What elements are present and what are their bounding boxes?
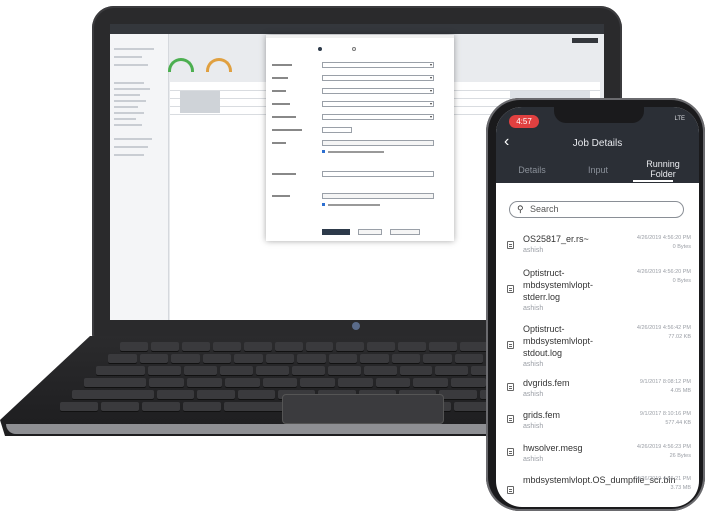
tab-input[interactable]: Input — [576, 165, 620, 175]
file-owner: ashish — [523, 247, 544, 254]
gauge-chart — [206, 58, 232, 72]
dialog-submit-button[interactable] — [322, 229, 350, 235]
file-size: 77.02 KB — [668, 334, 691, 340]
tab-running-folder[interactable]: Running Folder — [634, 159, 692, 179]
screen-action-button[interactable] — [572, 38, 598, 43]
search-input[interactable]: ⚲ Search — [509, 201, 684, 218]
dialog-select[interactable] — [322, 75, 434, 81]
file-size: 577.44 KB — [665, 420, 691, 426]
file-owner: ashish — [523, 456, 544, 463]
file-date: 4/26/2019 4:56:23 PM — [636, 444, 691, 450]
dialog-select[interactable] — [322, 101, 434, 107]
file-icon — [507, 241, 514, 249]
dialog-select[interactable] — [322, 88, 434, 94]
file-date: 9/1/2017 8:10:16 PM — [639, 411, 691, 417]
phone-notch — [554, 107, 644, 123]
gauge-chart — [168, 58, 194, 72]
phone-header: 4:57 LTE ‹ Job Details Details Input Run… — [496, 107, 699, 183]
file-owner: ashish — [523, 305, 544, 312]
file-icon — [507, 383, 514, 391]
file-owner: ashish — [523, 361, 544, 368]
webcam-icon — [352, 322, 360, 330]
file-owner: ashish — [523, 423, 544, 430]
file-owner: ashish — [523, 391, 544, 398]
dialog-select[interactable] — [322, 114, 434, 120]
file-icon — [507, 415, 514, 423]
file-icon — [507, 448, 514, 456]
file-name: Optistruct-mbdsystemlvlopt-stderr.log — [523, 268, 594, 302]
dialog-browse-button[interactable] — [322, 193, 434, 199]
file-name: mbdsystemlvlopt.OS_dumpfile_scr.bin — [523, 475, 676, 485]
dialog-cancel-button[interactable] — [358, 229, 382, 235]
file-size: 3.73 MB — [670, 485, 691, 491]
dialog-select[interactable] — [322, 62, 434, 68]
file-date: 9/1/2017 8:08:12 PM — [639, 379, 691, 385]
app-top-bar — [110, 24, 604, 34]
file-date: 4/26/2019 4:56:21 PM — [636, 476, 691, 482]
file-name: dvgrids.fem — [523, 378, 570, 388]
tab-details[interactable]: Details — [510, 165, 554, 175]
file-icon — [507, 341, 514, 349]
page-title: Job Details — [572, 138, 623, 149]
file-date: 4/26/2019 4:56:20 PM — [636, 269, 691, 275]
file-icon — [507, 486, 514, 494]
search-icon: ⚲ — [517, 204, 524, 214]
laptop-touchpad — [282, 394, 444, 424]
file-size: 26 Bytes — [669, 453, 691, 459]
file-name: OS25817_er.rs~ — [523, 234, 589, 244]
file-name: grids.fem — [523, 410, 561, 420]
phone-screen: 4:57 LTE ‹ Job Details Details Input Run… — [496, 107, 699, 507]
search-placeholder: Search — [530, 204, 559, 214]
status-time: 4:57 — [509, 115, 539, 128]
dialog-extra-button[interactable] — [390, 229, 420, 235]
file-name: hwsolver.mesg — [523, 443, 583, 453]
file-size: 4.05 MB — [670, 388, 691, 394]
app-left-panel — [110, 34, 169, 320]
file-date: 4/26/2019 4:56:42 PM — [636, 325, 691, 331]
dialog-browse-button[interactable] — [322, 140, 434, 146]
file-date: 4/26/2019 4:56:20 PM — [636, 235, 691, 241]
file-name: Optistruct-mbdsystemlvlopt-stdout.log — [523, 324, 594, 358]
dialog-number-input[interactable] — [322, 127, 352, 133]
tab-active-indicator — [633, 180, 673, 182]
file-size: 0 Bytes — [672, 278, 691, 284]
file-icon — [507, 285, 514, 293]
submit-job-dialog — [266, 35, 454, 241]
dialog-path-input[interactable] — [322, 171, 434, 177]
file-size: 0 Bytes — [672, 244, 691, 250]
status-network: LTE — [674, 116, 685, 122]
